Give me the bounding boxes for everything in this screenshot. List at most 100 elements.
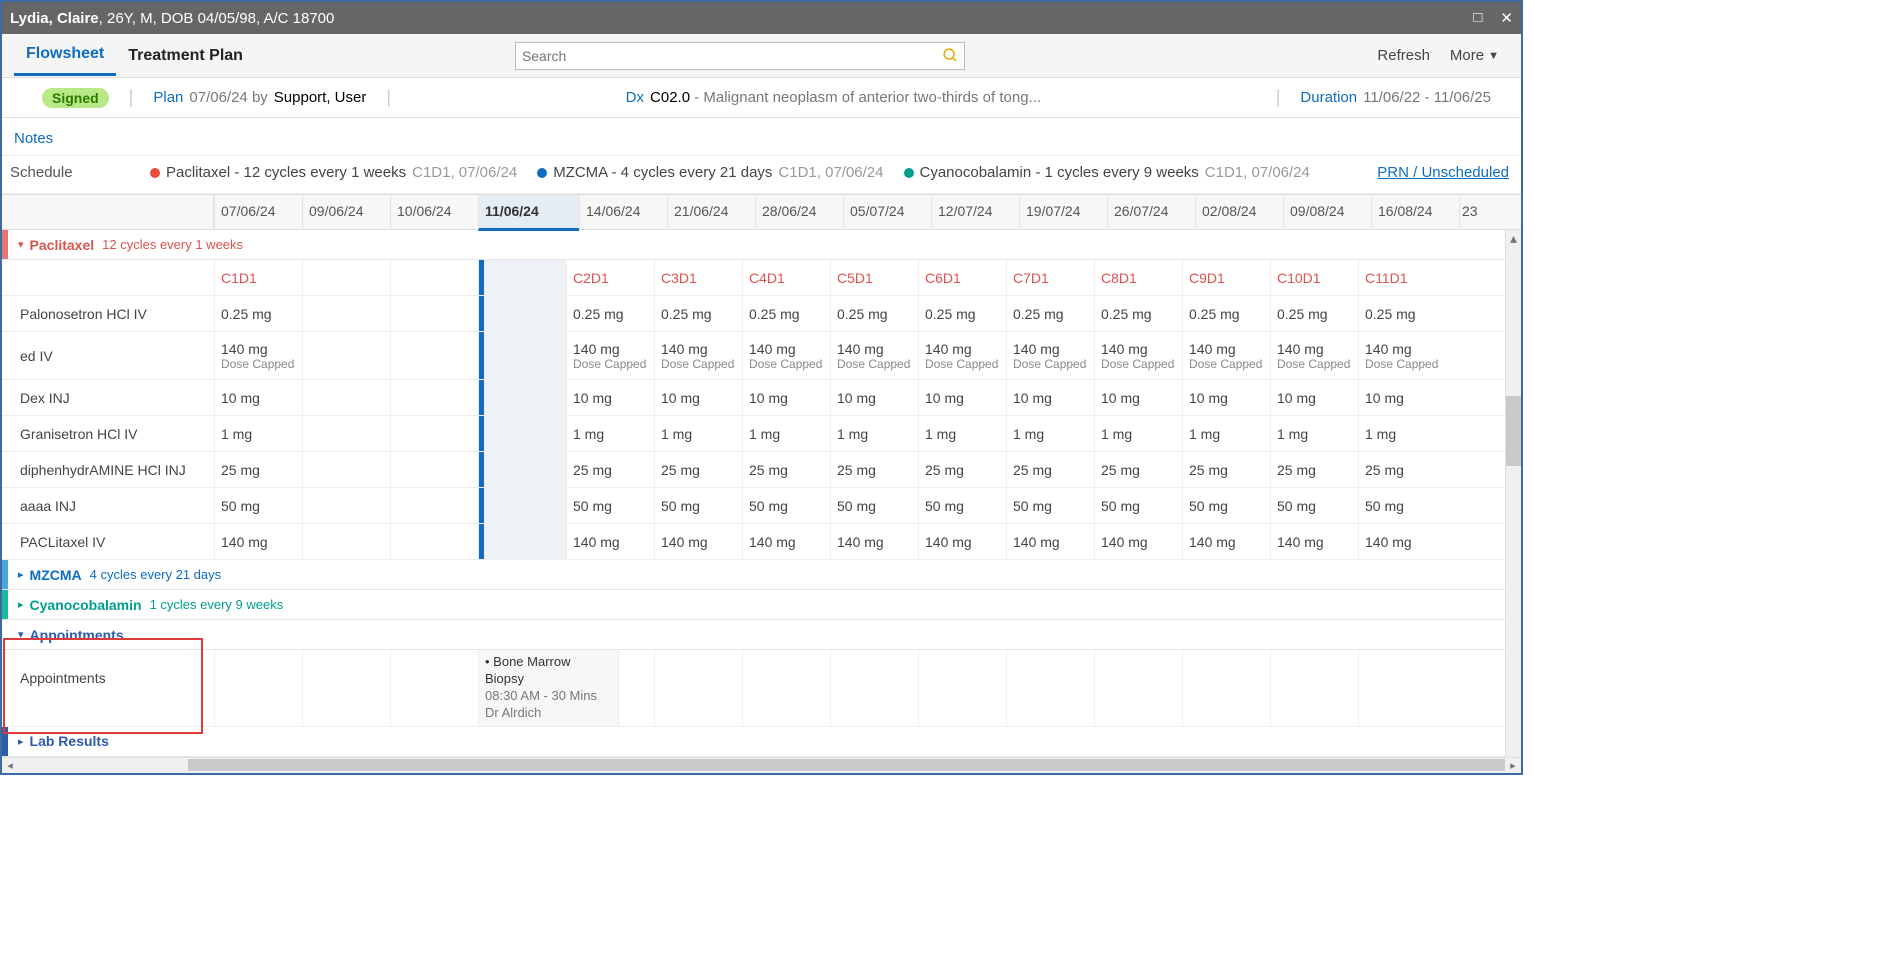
search-input[interactable] [515,42,965,70]
appointment-cell[interactable]: • Bone Marrow Biopsy 08:30 AM - 30 Mins … [478,650,618,726]
dose-cell[interactable]: 25 mg [566,452,654,487]
dose-cell[interactable]: 0.25 mg [742,296,830,331]
dose-cell[interactable] [390,416,478,451]
dose-cell[interactable] [390,452,478,487]
dose-cell[interactable]: 10 mg [1182,380,1270,415]
dose-cell[interactable] [302,452,390,487]
dose-cell[interactable]: 0.25 mg [1270,296,1358,331]
dose-cell[interactable] [302,416,390,451]
dose-cell[interactable]: 140 mgDose Capped [1358,332,1446,379]
dose-cell[interactable]: 50 mg [830,488,918,523]
dose-cell[interactable]: 140 mg [654,524,742,559]
dose-cell[interactable]: 140 mgDose Capped [742,332,830,379]
date-column[interactable]: 21/06/24 [667,195,755,229]
dose-cell[interactable] [390,296,478,331]
dose-cell[interactable]: 0.25 mg [1094,296,1182,331]
notes-link[interactable]: Notes [2,118,1521,156]
dose-cell[interactable]: 25 mg [918,452,1006,487]
dose-cell[interactable]: 25 mg [1094,452,1182,487]
dose-cell[interactable]: 140 mg [1094,524,1182,559]
dose-cell[interactable]: 25 mg [654,452,742,487]
dose-cell[interactable]: 140 mg [1358,524,1446,559]
date-column[interactable]: 28/06/24 [755,195,843,229]
refresh-button[interactable]: Refresh [1367,41,1440,70]
dose-cell[interactable]: 140 mgDose Capped [1182,332,1270,379]
dose-cell[interactable]: 140 mgDose Capped [1270,332,1358,379]
dose-cell[interactable]: 50 mg [1358,488,1446,523]
tab-treatment-plan[interactable]: Treatment Plan [116,37,255,75]
dose-cell[interactable]: 1 mg [1270,416,1358,451]
dose-cell[interactable] [478,416,566,451]
dose-cell[interactable]: 25 mg [1270,452,1358,487]
dose-cell[interactable]: 25 mg [1006,452,1094,487]
dose-cell[interactable]: 25 mg [830,452,918,487]
dose-cell[interactable] [390,488,478,523]
dose-cell[interactable]: 10 mg [1270,380,1358,415]
dose-cell[interactable]: 50 mg [214,488,302,523]
dose-cell[interactable]: 50 mg [742,488,830,523]
dose-cell[interactable] [390,332,478,379]
date-column[interactable]: 11/06/24 [478,195,579,231]
dose-cell[interactable] [478,452,566,487]
dose-cell[interactable]: 1 mg [654,416,742,451]
dose-cell[interactable]: 50 mg [1182,488,1270,523]
dose-cell[interactable]: 140 mgDose Capped [1006,332,1094,379]
dose-cell[interactable]: 1 mg [830,416,918,451]
dose-cell[interactable]: 25 mg [1358,452,1446,487]
dose-cell[interactable]: 50 mg [918,488,1006,523]
window-maximize-icon[interactable]: □ [1473,9,1482,27]
dose-cell[interactable]: 1 mg [1006,416,1094,451]
dose-cell[interactable]: 140 mgDose Capped [1094,332,1182,379]
dose-cell[interactable]: 140 mg [742,524,830,559]
dose-cell[interactable]: 1 mg [214,416,302,451]
dose-cell[interactable] [302,488,390,523]
dose-cell[interactable]: 50 mg [566,488,654,523]
dose-cell[interactable]: 25 mg [742,452,830,487]
dose-cell[interactable]: 0.25 mg [1358,296,1446,331]
dose-cell[interactable]: 10 mg [566,380,654,415]
dose-cell[interactable]: 140 mg [214,524,302,559]
dose-cell[interactable]: 25 mg [214,452,302,487]
date-column[interactable]: 23 [1459,195,1485,229]
dose-cell[interactable]: 0.25 mg [1182,296,1270,331]
dose-cell[interactable]: 1 mg [1094,416,1182,451]
horizontal-scrollbar[interactable]: ◂ ▸ [2,757,1521,773]
group-lab-results[interactable]: ▸ Lab Results [2,727,1521,757]
dose-cell[interactable]: 140 mgDose Capped [214,332,302,379]
dose-cell[interactable]: 50 mg [654,488,742,523]
dose-cell[interactable] [302,524,390,559]
dose-cell[interactable]: 140 mgDose Capped [830,332,918,379]
dose-cell[interactable] [478,332,566,379]
dose-cell[interactable]: 50 mg [1006,488,1094,523]
dose-cell[interactable] [478,488,566,523]
date-column[interactable]: 16/08/24 [1371,195,1459,229]
dose-cell[interactable]: 1 mg [1358,416,1446,451]
dose-cell[interactable]: 0.25 mg [830,296,918,331]
date-column[interactable]: 19/07/24 [1019,195,1107,229]
date-column[interactable]: 10/06/24 [390,195,478,229]
dose-cell[interactable]: 1 mg [566,416,654,451]
prn-link[interactable]: PRN / Unscheduled [1377,164,1509,181]
window-close-icon[interactable]: ✕ [1500,9,1513,27]
dose-cell[interactable] [390,380,478,415]
dose-cell[interactable] [478,296,566,331]
dose-cell[interactable]: 140 mgDose Capped [918,332,1006,379]
dose-cell[interactable]: 140 mg [830,524,918,559]
date-column[interactable]: 05/07/24 [843,195,931,229]
dose-cell[interactable]: 140 mg [1006,524,1094,559]
dose-cell[interactable]: 10 mg [830,380,918,415]
date-column[interactable]: 14/06/24 [579,195,667,229]
date-column[interactable]: 12/07/24 [931,195,1019,229]
group-appointments[interactable]: ▾ Appointments [2,620,1521,650]
dose-cell[interactable]: 10 mg [654,380,742,415]
dose-cell[interactable]: 10 mg [1006,380,1094,415]
more-button[interactable]: More▼ [1440,41,1509,70]
dose-cell[interactable]: 1 mg [918,416,1006,451]
dose-cell[interactable] [478,524,566,559]
dose-cell[interactable]: 140 mg [1182,524,1270,559]
dose-cell[interactable]: 10 mg [1094,380,1182,415]
dose-cell[interactable]: 140 mgDose Capped [654,332,742,379]
dose-cell[interactable]: 1 mg [742,416,830,451]
dose-cell[interactable]: 10 mg [918,380,1006,415]
dose-cell[interactable] [302,296,390,331]
